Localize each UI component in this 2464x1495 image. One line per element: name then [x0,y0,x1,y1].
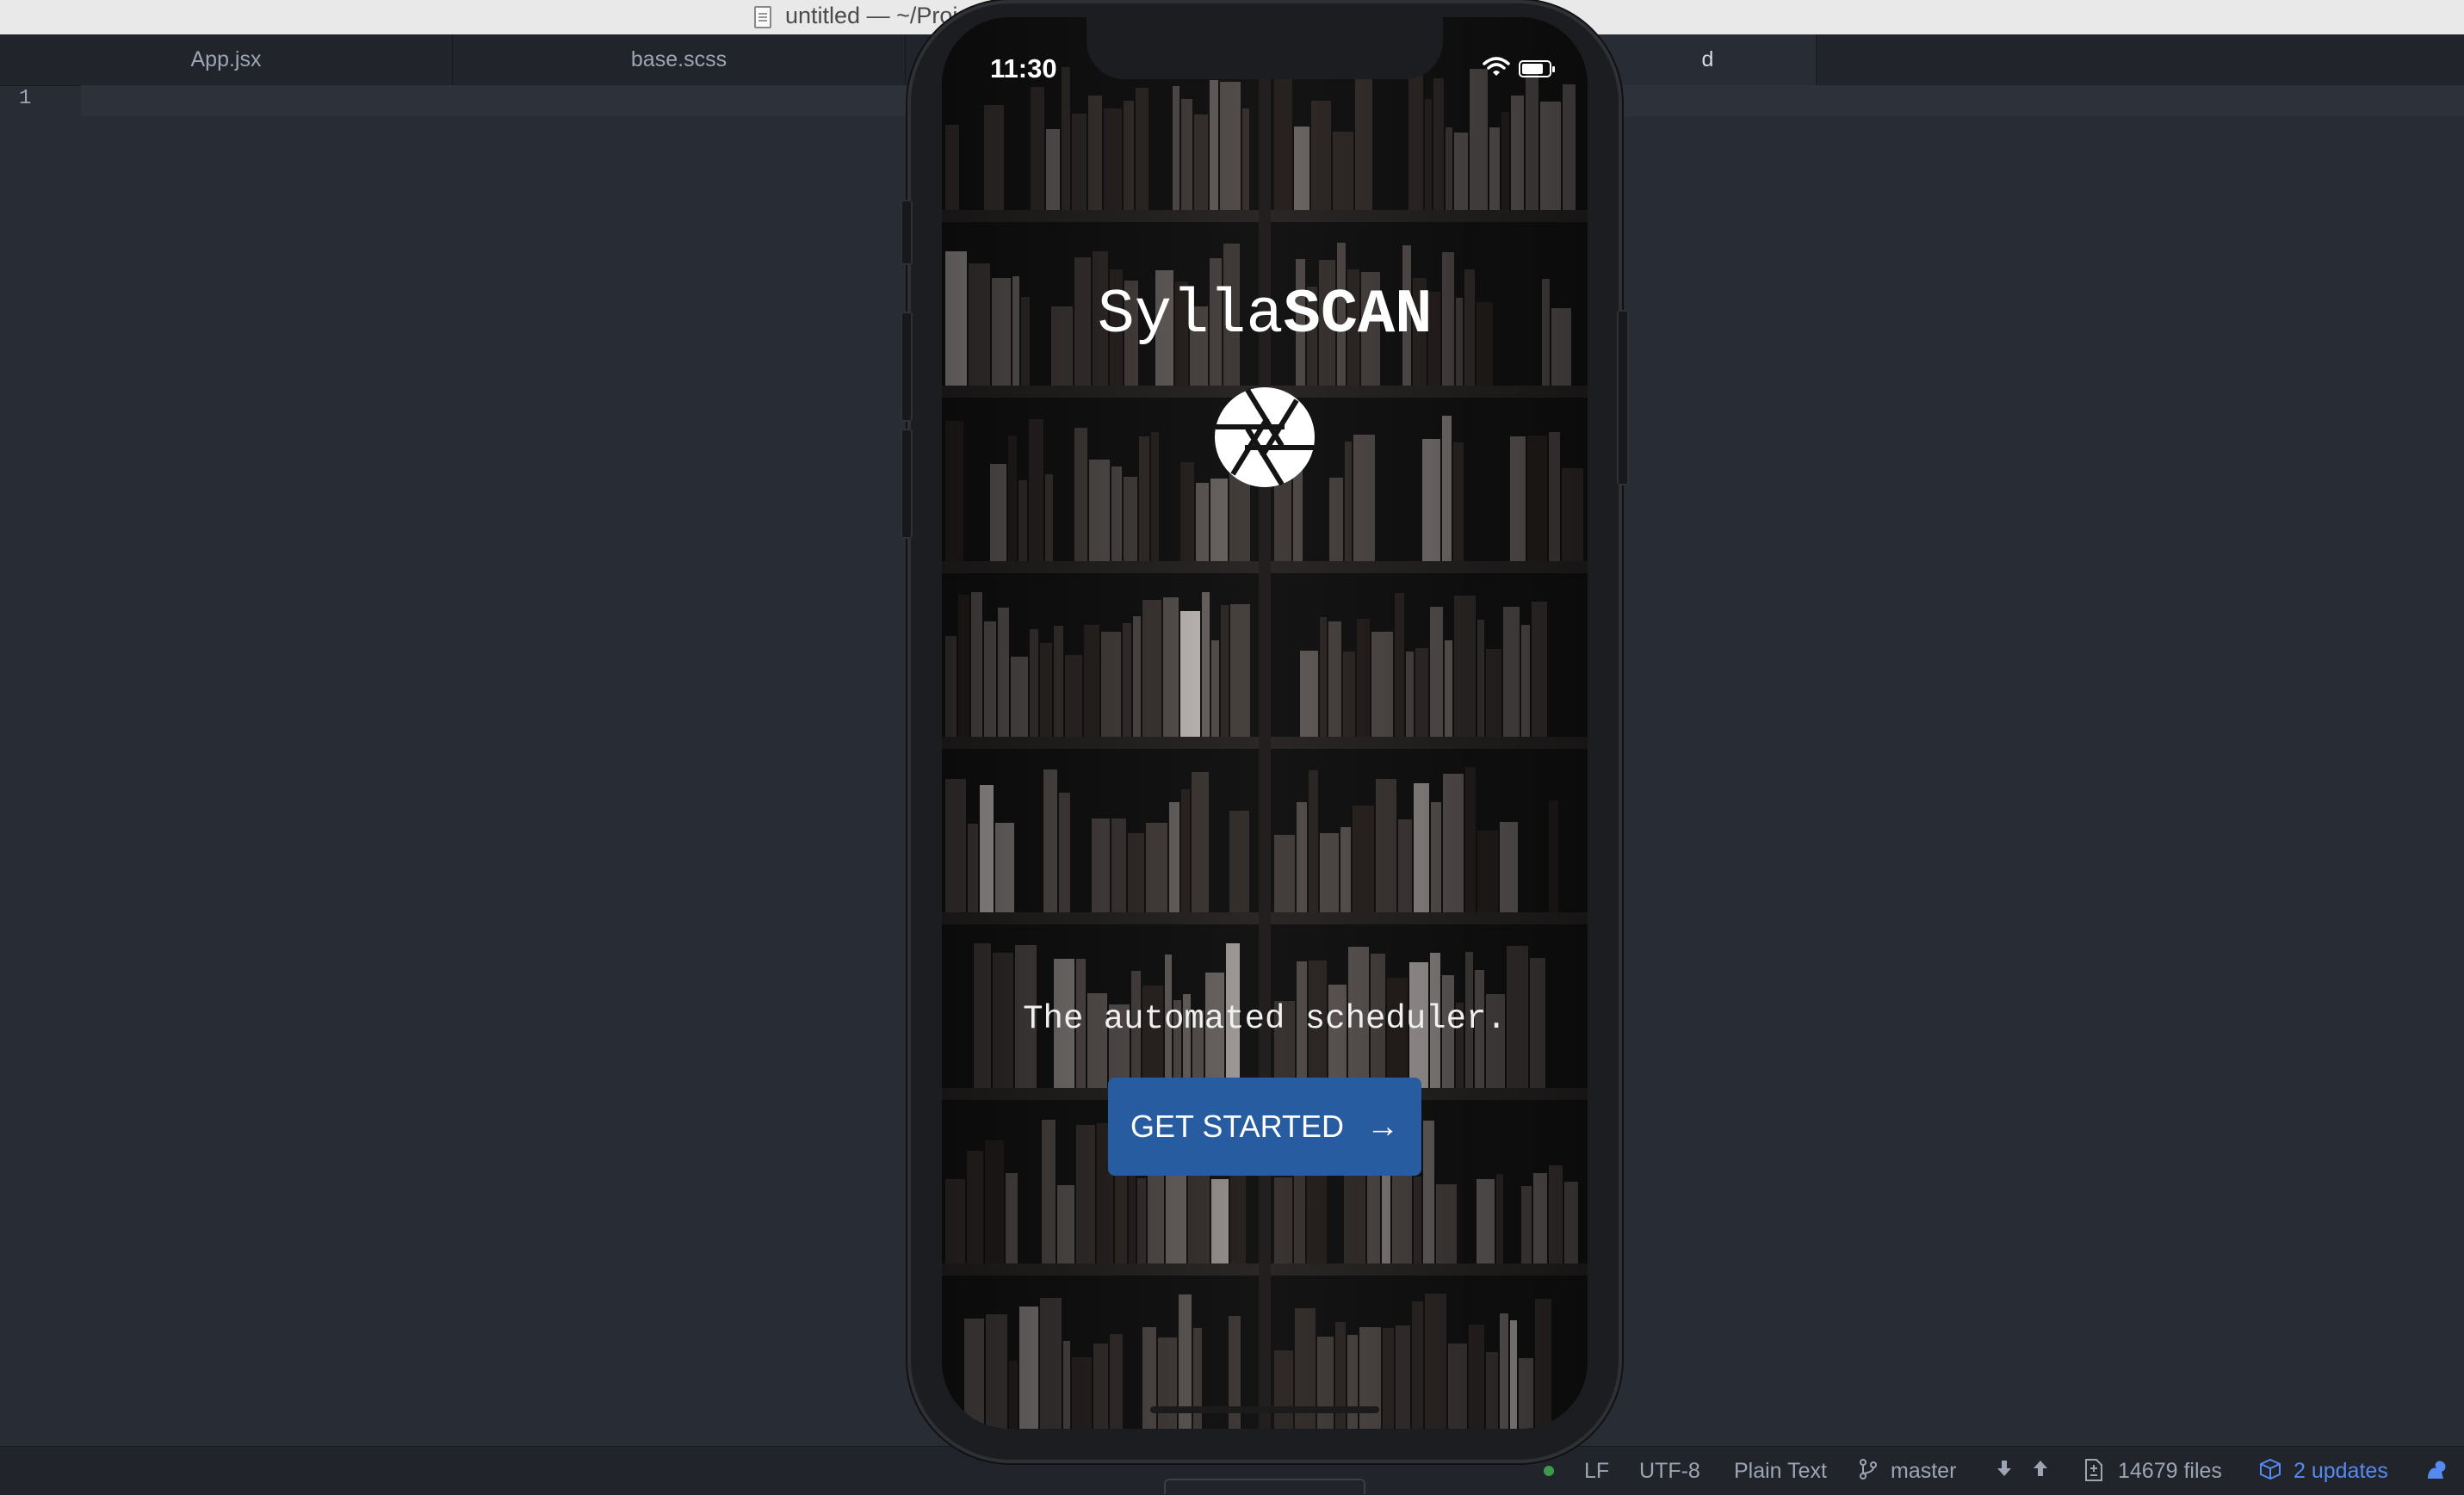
volume-up-button[interactable] [901,312,913,422]
simulator-screen[interactable] [942,17,1588,1429]
line-number: 1 [19,87,32,110]
app-title: SyllaSCAN [942,280,1588,350]
push-up-arrow-icon[interactable] [2030,1458,2051,1482]
grammar-selector[interactable]: Plain Text [1734,1459,1827,1484]
power-button[interactable] [1617,310,1629,485]
panel-resize-handle[interactable] [1164,1479,1365,1494]
document-icon [754,6,771,28]
side-button[interactable] [901,200,913,265]
get-started-label: GET STARTED [1130,1109,1345,1144]
tab-app-jsx[interactable]: App.jsx [0,34,453,85]
get-started-button[interactable]: GET STARTED → [1108,1078,1421,1176]
wifi-icon [1483,57,1510,76]
app-title-light: Sylla [1097,280,1284,350]
arrow-right-icon: → [1366,1108,1400,1145]
package-icon [2259,1458,2281,1482]
git-branch[interactable]: master [1891,1459,1956,1484]
encoding-indicator[interactable]: UTF-8 [1639,1459,1700,1484]
updates-link[interactable]: 2 updates [2294,1459,2388,1484]
status-time: 11:30 [990,53,1057,83]
window-title: untitled — ~/Proj [785,3,958,28]
fetch-down-arrow-icon[interactable] [1994,1458,2015,1482]
home-indicator[interactable] [1150,1406,1379,1413]
app-title-bold: SCAN [1283,280,1433,350]
tab-base-scss[interactable]: base.scss [453,34,906,85]
device-notch [1087,17,1443,79]
bookshelf-background [942,17,1588,1429]
battery-icon [1519,60,1555,77]
camera-aperture-icon [1215,387,1315,487]
squirrel-icon[interactable] [2424,1458,2446,1482]
git-status-dot [1544,1466,1554,1476]
volume-down-button[interactable] [901,429,913,539]
line-ending-indicator[interactable]: LF [1584,1459,1609,1484]
file-count[interactable]: 14679 files [2118,1459,2222,1484]
file-diff-icon [2083,1458,2104,1482]
git-branch-icon [1858,1458,1879,1482]
app-tagline: The automated scheduler. [1023,1000,1507,1038]
